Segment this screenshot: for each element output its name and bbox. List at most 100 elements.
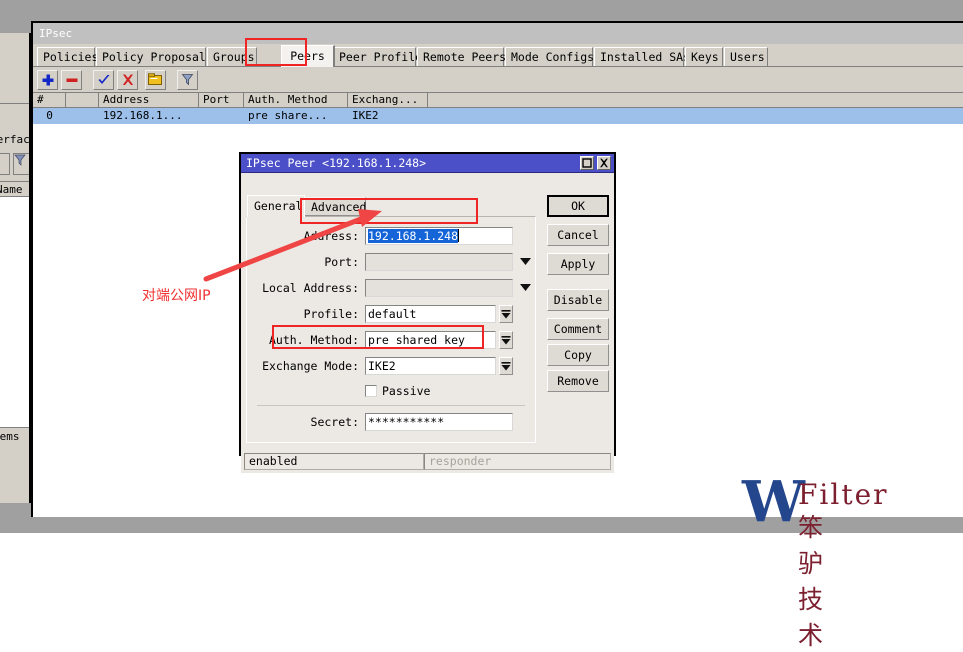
close-button[interactable] bbox=[597, 156, 611, 170]
column-header-flags[interactable] bbox=[66, 93, 99, 107]
passive-checkbox[interactable] bbox=[365, 385, 377, 397]
address-input[interactable]: 192.168.1.248 bbox=[365, 227, 513, 245]
cell-port bbox=[199, 108, 244, 124]
maximize-button[interactable] bbox=[580, 156, 594, 170]
address-input-value: 192.168.1.248 bbox=[368, 229, 458, 243]
cell-address: 192.168.1... bbox=[99, 108, 199, 124]
peers-table-header: # Address Port Auth. Method Exchang... bbox=[33, 93, 963, 108]
copy-button[interactable]: Copy bbox=[547, 344, 609, 366]
field-row-profile: Profile: default bbox=[247, 305, 535, 325]
ok-button[interactable]: OK bbox=[547, 195, 609, 217]
status-responder: responder bbox=[424, 453, 611, 470]
tab-groups[interactable]: Groups bbox=[207, 47, 257, 66]
close-icon bbox=[599, 158, 609, 168]
plus-icon bbox=[41, 73, 55, 87]
chevron-down-icon bbox=[520, 258, 531, 265]
column-header-address[interactable]: Address bbox=[99, 93, 199, 107]
table-row[interactable]: 0 192.168.1... pre share... IKE2 bbox=[33, 108, 963, 124]
form-divider bbox=[257, 405, 525, 406]
field-row-passive: Passive bbox=[247, 380, 535, 400]
minus-icon bbox=[65, 73, 79, 87]
port-input[interactable] bbox=[365, 253, 513, 271]
label-profile: Profile: bbox=[304, 305, 359, 323]
secret-input[interactable]: *********** bbox=[365, 413, 513, 431]
field-row-local-address: Local Address: bbox=[247, 279, 535, 299]
dialog-title: IPsec Peer <192.168.1.248> bbox=[246, 156, 426, 170]
field-row-exchange-mode: Exchange Mode: IKE2 bbox=[247, 357, 535, 377]
tab-users[interactable]: Users bbox=[724, 47, 768, 66]
funnel-icon bbox=[181, 73, 194, 86]
watermark-letter: W bbox=[742, 474, 805, 530]
column-header-number[interactable]: # bbox=[33, 93, 66, 107]
background-window-tabstrip bbox=[0, 103, 29, 124]
passive-checkbox-row[interactable]: Passive bbox=[365, 380, 430, 399]
cancel-button[interactable]: Cancel bbox=[547, 224, 609, 246]
ipsec-toolbar bbox=[33, 67, 963, 93]
disable-button[interactable] bbox=[117, 70, 138, 90]
add-button[interactable] bbox=[37, 70, 58, 90]
dialog-titlebar[interactable]: IPsec Peer <192.168.1.248> bbox=[241, 154, 614, 173]
exchange-mode-dropdown-button[interactable] bbox=[499, 357, 513, 375]
port-dropdown-arrow[interactable] bbox=[519, 253, 532, 271]
background-window-column-name: Name bbox=[0, 183, 23, 196]
auth-method-dropdown-button[interactable] bbox=[499, 331, 513, 349]
column-header-auth-method[interactable]: Auth. Method bbox=[244, 93, 348, 107]
text-caret bbox=[458, 229, 459, 242]
dialog-tab-general[interactable]: General bbox=[247, 195, 305, 217]
background-window-column-header: Name bbox=[0, 181, 29, 197]
dialog-tab-advanced[interactable]: Advanced bbox=[304, 197, 366, 216]
background-window-interface-tab[interactable]: terface bbox=[0, 133, 31, 146]
profile-input[interactable]: default bbox=[365, 305, 496, 323]
background-window-list-area[interactable] bbox=[0, 197, 29, 427]
ipsec-tab-strip: Policies Policy Proposals Groups Peers P… bbox=[33, 44, 963, 67]
background-window-filter-button[interactable] bbox=[13, 153, 31, 175]
column-header-port[interactable]: Port bbox=[199, 93, 244, 107]
ipsec-titlebar: IPsec bbox=[33, 23, 963, 44]
local-address-input[interactable] bbox=[365, 279, 513, 297]
tab-peers[interactable]: Peers bbox=[281, 45, 335, 67]
exchange-mode-input[interactable]: IKE2 bbox=[365, 357, 496, 375]
tab-remote-peers[interactable]: Remote Peers bbox=[417, 47, 504, 66]
column-header-exchange[interactable]: Exchang... bbox=[348, 93, 428, 107]
filter-button[interactable] bbox=[177, 70, 198, 90]
profile-dropdown-button[interactable] bbox=[499, 305, 513, 323]
annotation-text: 对端公网IP bbox=[142, 285, 211, 305]
tab-mode-configs[interactable]: Mode Configs bbox=[505, 47, 593, 66]
apply-button[interactable]: Apply bbox=[547, 253, 609, 275]
background-window-item-count: tems bbox=[0, 430, 20, 443]
tab-installed-sas[interactable]: Installed SAs bbox=[594, 47, 684, 66]
comment-button[interactable] bbox=[145, 70, 166, 90]
local-address-dropdown-arrow[interactable] bbox=[519, 279, 532, 297]
watermark-chinese: 笨驴技术 bbox=[798, 508, 824, 652]
disable-button[interactable]: Disable bbox=[547, 289, 609, 311]
chevron-down-bar-icon bbox=[501, 310, 511, 319]
label-auth-method: Auth. Method: bbox=[269, 331, 359, 349]
tab-peer-profiles[interactable]: Peer Profiles bbox=[333, 47, 416, 66]
tab-keys[interactable]: Keys bbox=[685, 47, 723, 66]
status-enabled: enabled bbox=[244, 453, 424, 470]
remove-button[interactable]: Remove bbox=[547, 370, 609, 392]
background-window-bottom-filler bbox=[0, 445, 29, 503]
cross-icon bbox=[121, 73, 135, 87]
dialog-body: General Advanced Address: 192.168.1.248 … bbox=[241, 173, 614, 473]
cell-exchange: IKE2 bbox=[348, 108, 428, 124]
remove-button[interactable] bbox=[61, 70, 82, 90]
comment-button[interactable]: Comment bbox=[547, 318, 609, 340]
background-window[interactable]: terface Name tems bbox=[0, 33, 31, 503]
background-window-statusbar: tems bbox=[0, 427, 29, 445]
watermark-name: Filter bbox=[798, 478, 889, 511]
tab-policies[interactable]: Policies bbox=[37, 47, 95, 66]
label-secret: Secret: bbox=[311, 413, 359, 431]
label-local-address: Local Address: bbox=[262, 279, 359, 297]
auth-method-input[interactable]: pre shared key bbox=[365, 331, 496, 349]
check-icon bbox=[97, 73, 111, 87]
chevron-down-bar-icon bbox=[501, 336, 511, 345]
enable-button[interactable] bbox=[93, 70, 114, 90]
maximize-icon bbox=[582, 158, 592, 168]
ipsec-peer-dialog[interactable]: IPsec Peer <192.168.1.248> General Advan… bbox=[239, 152, 616, 456]
field-row-secret: Secret: *********** bbox=[247, 413, 535, 433]
label-exchange-mode: Exchange Mode: bbox=[262, 357, 359, 375]
tab-policy-proposals[interactable]: Policy Proposals bbox=[96, 47, 206, 66]
cell-flags bbox=[66, 108, 99, 124]
background-window-toolbar-button-1[interactable] bbox=[0, 153, 10, 175]
